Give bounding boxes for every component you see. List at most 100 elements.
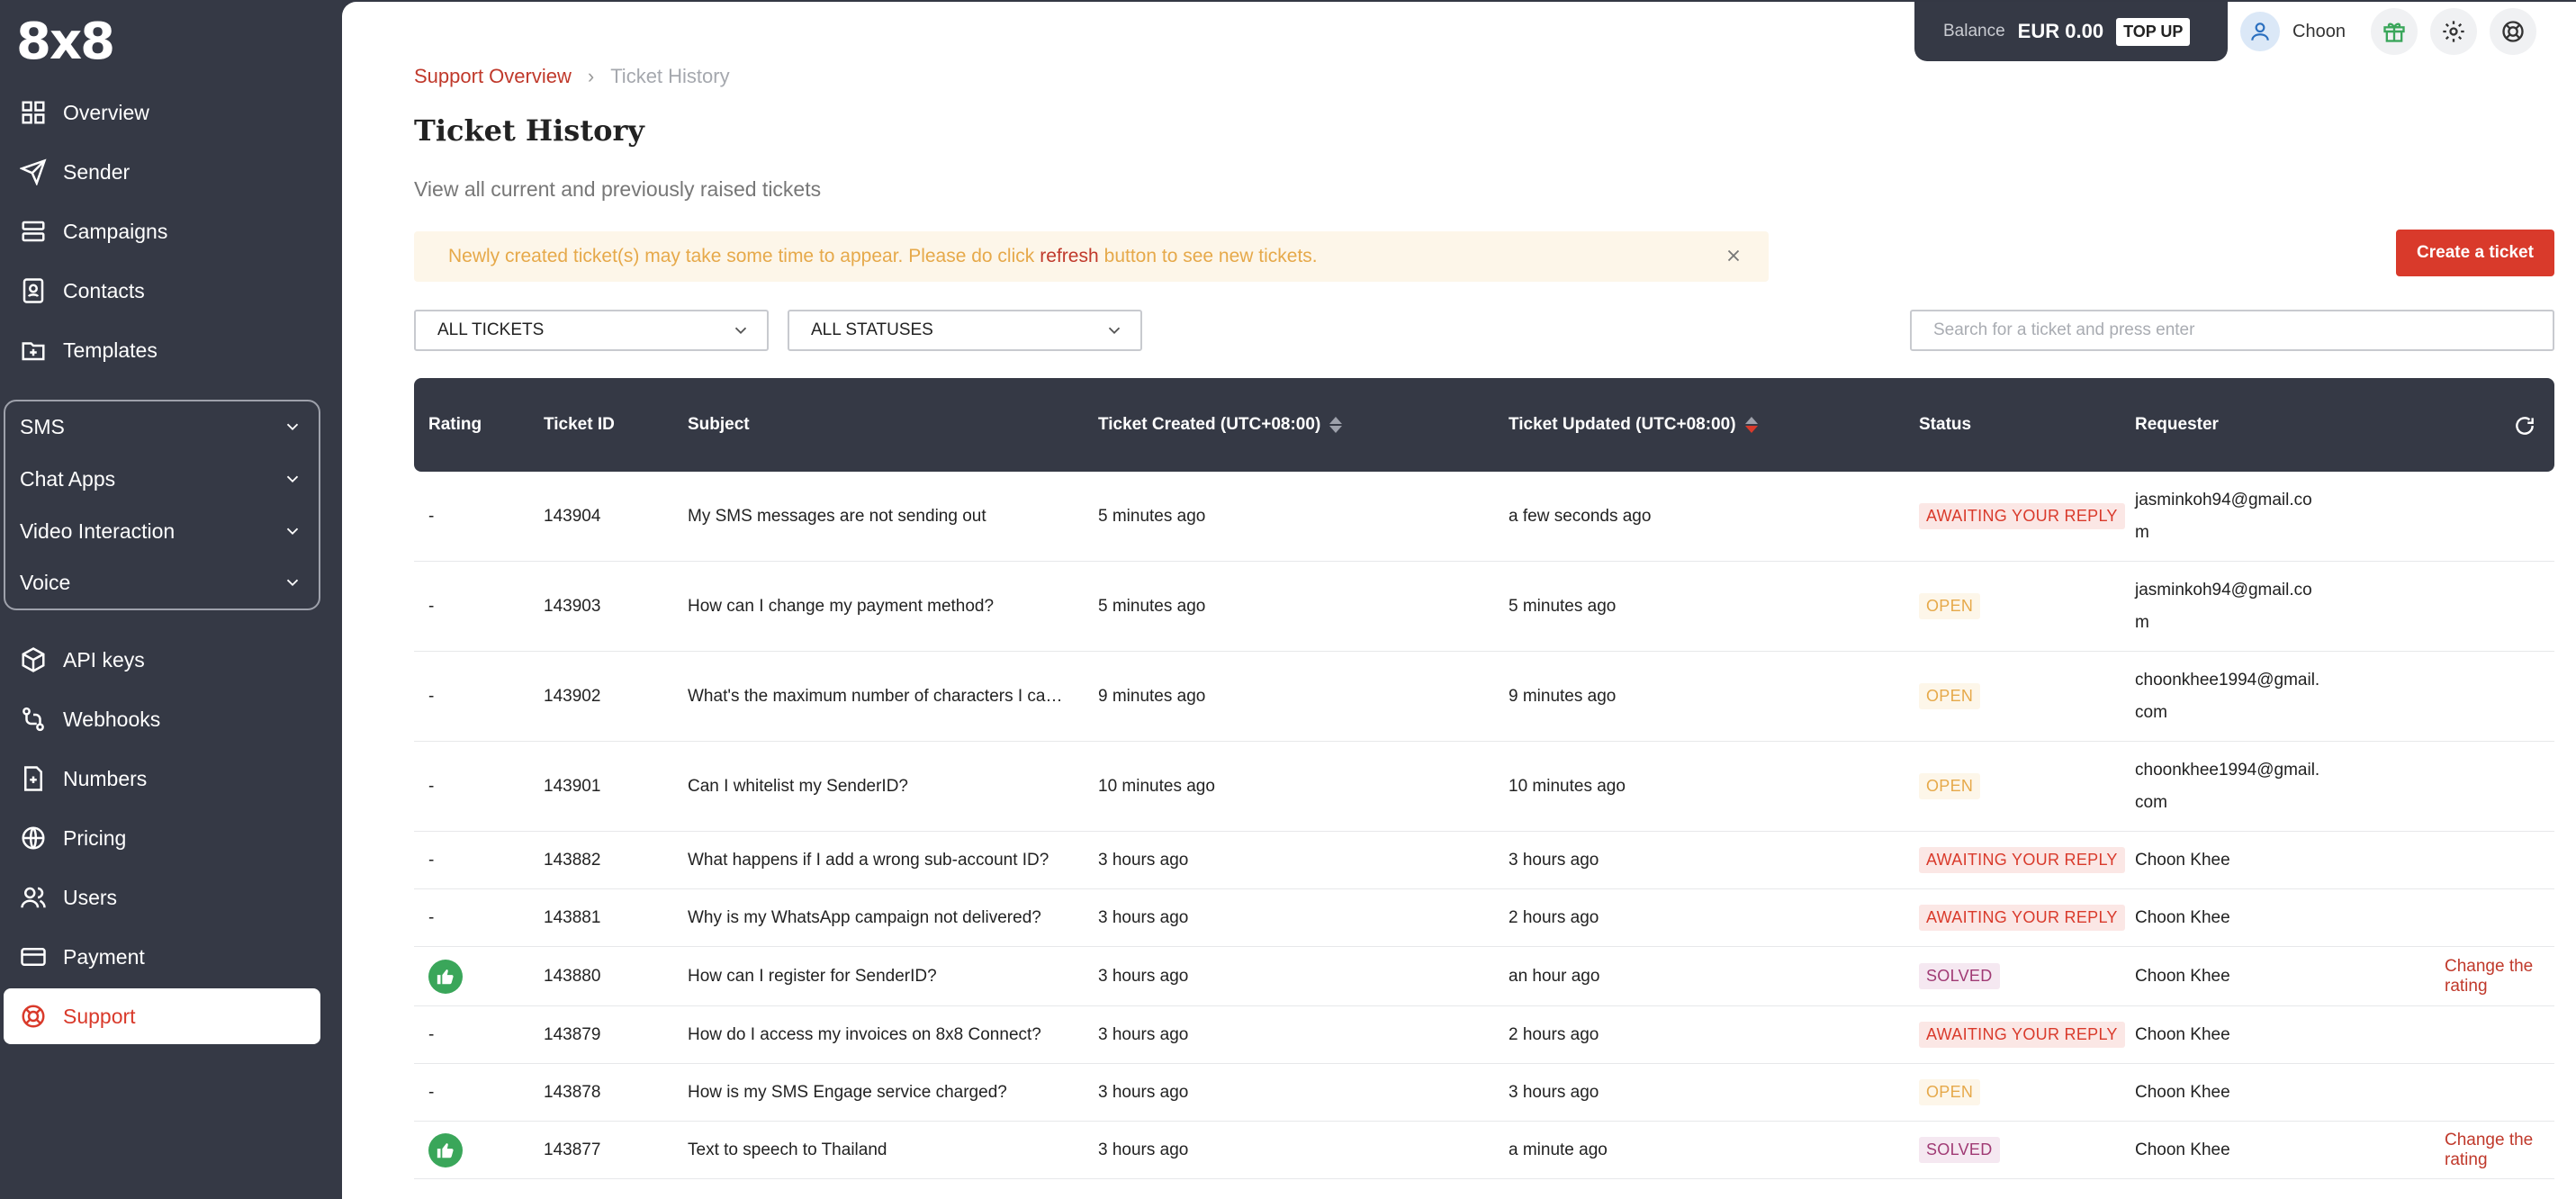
rating-cell: - [428, 562, 434, 651]
column-header-updated[interactable]: Ticket Updated (UTC+08:00) [1509, 378, 1758, 472]
sidebar-item-pricing[interactable]: Pricing [4, 810, 320, 866]
refresh-link[interactable]: refresh [1040, 246, 1098, 267]
requester-cell: Choon Khee [2135, 832, 2324, 888]
sidebar-item-label: Support [63, 1004, 136, 1028]
requester-cell: Choon Khee [2135, 1064, 2324, 1121]
globe-icon [18, 823, 49, 853]
thumbs-up-icon [428, 959, 463, 994]
ticket-created: 10 minutes ago [1098, 776, 1215, 796]
ticket-filter-select[interactable]: ALL TICKETS [414, 310, 769, 351]
gift-button[interactable] [2370, 8, 2418, 55]
ticket-subject: My SMS messages are not sending out [688, 507, 986, 526]
status-badge: SOLVED [1919, 963, 2000, 989]
status-cell: OPEN [1919, 1064, 1981, 1121]
status-badge: AWAITING YOUR REPLY [1919, 905, 2125, 931]
ticket-created: 9 minutes ago [1098, 686, 1206, 706]
ticket-created: 5 minutes ago [1098, 596, 1206, 616]
sidebar-item-templates[interactable]: Templates [4, 322, 320, 378]
sidebar-item-payment[interactable]: Payment [4, 929, 320, 985]
ticket-subject: How do I access my invoices on 8x8 Conne… [688, 1025, 1041, 1044]
help-button[interactable] [2489, 8, 2536, 55]
breadcrumb-link-support-overview[interactable]: Support Overview [414, 65, 572, 88]
table-row[interactable]: 143880 How can I register for SenderID? 3 … [414, 947, 2554, 1006]
table-row[interactable]: - 143879 How do I access my invoices on 8x… [414, 1006, 2554, 1064]
change-rating-link[interactable]: Change the rating [2445, 1131, 2554, 1170]
table-row[interactable]: - 143904 My SMS messages are not sending o… [414, 472, 2554, 562]
sort-desc-icon [1744, 417, 1758, 433]
sidebar-item-webhooks[interactable]: Webhooks [4, 691, 320, 747]
ticket-search-input[interactable] [1910, 310, 2554, 351]
requester-cell: Choon Khee [2135, 1006, 2324, 1063]
table-row[interactable]: - 143882 What happens if I add a wrong sub… [414, 832, 2554, 889]
contacts-icon [18, 275, 49, 306]
notice-text-end: button to see new tickets. [1103, 246, 1318, 266]
status-filter-select[interactable]: ALL STATUSES [788, 310, 1142, 351]
user-menu[interactable]: Choon [2240, 12, 2346, 51]
requester: choonkhee1994@gmail.com [2135, 760, 2320, 812]
top-up-button[interactable]: TOP UP [2116, 17, 2191, 46]
column-header-created[interactable]: Ticket Created (UTC+08:00) [1098, 378, 1343, 472]
lifebuoy-icon [2502, 21, 2524, 42]
sidebar-item-users[interactable]: Users [4, 870, 320, 925]
rating-cell [428, 947, 463, 1005]
status-cell: SOLVED [1919, 1122, 2000, 1178]
breadcrumb-current: Ticket History [610, 65, 730, 87]
rating-value: - [428, 596, 435, 616]
sidebar-group-chat-apps[interactable]: Chat Apps [5, 454, 319, 504]
templates-icon [18, 335, 49, 365]
sidebar-item-numbers[interactable]: Numbers [4, 751, 320, 807]
status-cell: OPEN [1919, 562, 1981, 651]
rating-cell: - [428, 889, 434, 946]
sidebar-group-video-interaction[interactable]: Video Interaction [5, 506, 319, 556]
table-row[interactable]: - 143901 Can I whitelist my SenderID? 10 mi… [414, 742, 2554, 832]
cube-icon [18, 645, 49, 675]
sidebar-item-label: Campaigns [63, 219, 168, 243]
sidebar-group-sms[interactable]: SMS [5, 401, 319, 452]
status-filter-value: ALL STATUSES [811, 320, 933, 339]
requester-cell: choonkhee1994@gmail.com [2135, 742, 2324, 831]
sidebar-item-contacts[interactable]: Contacts [4, 263, 320, 319]
rating-cell: - [428, 472, 434, 561]
rating-value: - [428, 686, 435, 706]
requester: Choon Khee [2135, 1024, 2230, 1044]
refresh-table-button[interactable] [2513, 414, 2536, 437]
table-row[interactable]: - 143878 How is my SMS Engage service char… [414, 1064, 2554, 1122]
requester: choonkhee1994@gmail.com [2135, 670, 2320, 722]
chevron-down-icon [286, 475, 299, 483]
rating-cell: - [428, 742, 434, 831]
requester-cell: jasminkoh94@gmail.com [2135, 562, 2324, 651]
settings-button[interactable] [2429, 8, 2477, 55]
ticket-created: 3 hours ago [1098, 966, 1189, 986]
sidebar-item-sender[interactable]: Sender [4, 144, 320, 200]
sidebar-item-overview[interactable]: Overview [4, 85, 320, 140]
ticket-id: 143903 [544, 596, 601, 616]
ticket-id: 143904 [544, 506, 601, 526]
table-row[interactable]: - 143881 Why is my WhatsApp campaign not d… [414, 889, 2554, 947]
ticket-subject: What's the maximum number of characters … [688, 687, 1066, 706]
sidebar-item-api-keys[interactable]: API keys [4, 632, 320, 688]
close-notice-button[interactable] [1724, 246, 1743, 266]
sidebar-item-support[interactable]: Support [4, 988, 320, 1044]
change-rating-link[interactable]: Change the rating [2445, 957, 2554, 996]
ticket-id: 143878 [544, 1082, 601, 1102]
action-cell: Change the rating [2445, 947, 2554, 1005]
logo: 8x8 [16, 13, 115, 71]
table-row[interactable]: 143877 Text to speech to Thailand 3 hours … [414, 1122, 2554, 1179]
gear-icon [2443, 21, 2464, 42]
rating-cell: - [428, 1064, 434, 1121]
avatar [2240, 12, 2280, 51]
ticket-updated: 2 hours ago [1509, 907, 1599, 927]
sidebar-group-voice[interactable]: Voice [5, 557, 319, 608]
ticket-created: 3 hours ago [1098, 907, 1189, 927]
sidebar-item-label: Pricing [63, 825, 127, 850]
sidebar-item-campaigns[interactable]: Campaigns [4, 203, 320, 259]
group-label: Voice [20, 570, 71, 594]
table-row[interactable]: - 143903 How can I change my payment metho… [414, 562, 2554, 652]
sidebar-item-label: Payment [63, 944, 145, 969]
status-badge: SOLVED [1919, 1137, 2000, 1163]
table-row[interactable]: - 143902 What's the maximum number of char… [414, 652, 2554, 742]
sidebar-item-label: API keys [63, 647, 145, 672]
sort-icon [1329, 417, 1343, 433]
send-icon [18, 157, 49, 187]
create-ticket-button[interactable]: Create a ticket [2396, 230, 2554, 276]
